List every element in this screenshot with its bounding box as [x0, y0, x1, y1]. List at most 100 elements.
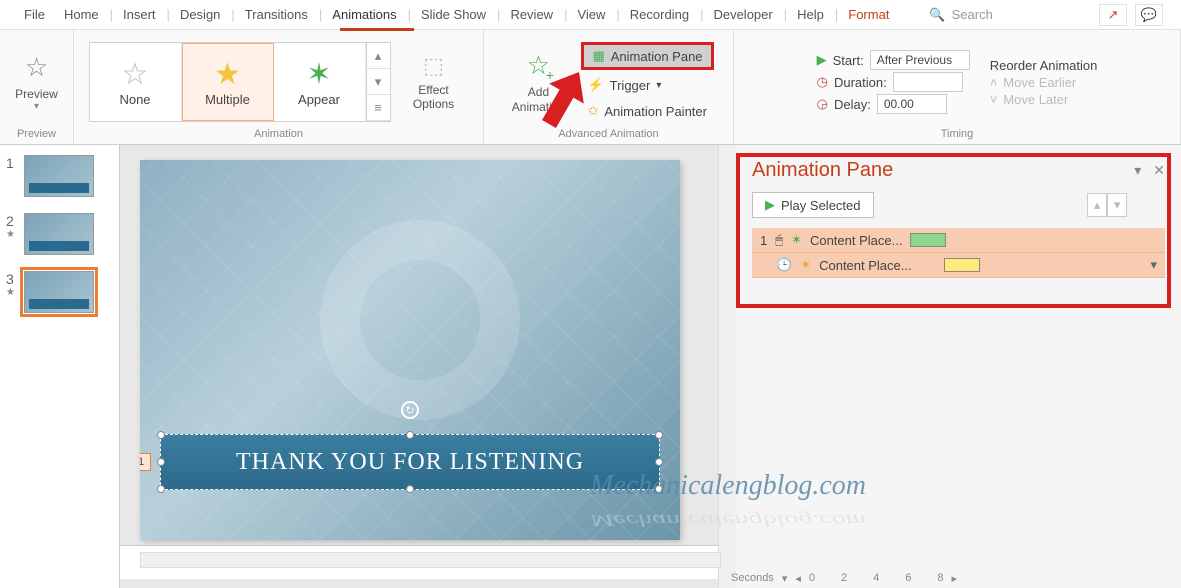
- thumb-1[interactable]: [24, 155, 94, 197]
- menu-view[interactable]: View: [568, 2, 615, 27]
- horizontal-scrollbar[interactable]: [140, 552, 721, 568]
- share-button[interactable]: ↗: [1099, 4, 1127, 26]
- menu-developer[interactable]: Developer: [704, 2, 782, 27]
- group-animation: ☆ None ★ Multiple ✶ Appear ▴ ▾ ≡ ⬚: [74, 30, 484, 144]
- resize-handle[interactable]: [655, 458, 663, 466]
- animation-group-label: Animation: [254, 128, 303, 142]
- rotate-handle[interactable]: ↻: [401, 401, 419, 419]
- gallery-scroll: ▴ ▾ ≡: [366, 43, 390, 121]
- resize-handle[interactable]: [157, 431, 165, 439]
- menu-review[interactable]: Review: [501, 2, 563, 27]
- chevron-down-icon[interactable]: ▾: [782, 572, 788, 585]
- preview-label: Preview: [15, 87, 58, 101]
- watermark-reflection: Mechanicalengblog.com: [590, 510, 866, 529]
- preview-button[interactable]: ☆ Preview ▾: [2, 47, 72, 117]
- resize-handle[interactable]: [157, 485, 165, 493]
- start-value: After Previous: [877, 53, 952, 67]
- anim-appear[interactable]: ✶ Appear: [274, 43, 366, 121]
- menu-slideshow[interactable]: Slide Show: [412, 2, 496, 27]
- trigger-label: Trigger: [610, 78, 651, 93]
- trigger-button[interactable]: ⚡ Trigger ▾: [581, 74, 713, 96]
- thumb-3[interactable]: [24, 271, 94, 313]
- star-outline-icon: ☆: [122, 57, 149, 92]
- tick: 6: [905, 572, 911, 584]
- resize-handle[interactable]: [406, 431, 414, 439]
- menu-animations[interactable]: Animations: [323, 2, 406, 27]
- animation-pane-button[interactable]: ▦ Animation Pane: [581, 42, 713, 70]
- menu-format[interactable]: Format: [839, 2, 899, 27]
- delay-icon: ◶: [817, 96, 828, 112]
- duration-input[interactable]: [893, 72, 963, 92]
- delay-label: Delay:: [834, 97, 871, 112]
- tick: 0: [809, 572, 815, 584]
- slide-thumbnails: 1 2★ 3★: [0, 145, 120, 588]
- preview-star-icon: ☆: [25, 52, 48, 83]
- timing-group-label: Timing: [941, 128, 974, 142]
- painter-label: Animation Painter: [604, 104, 707, 119]
- top-right-buttons: ↗ 💬: [1099, 4, 1163, 26]
- annotation-arrow: [534, 68, 594, 148]
- menu-help[interactable]: Help: [788, 2, 834, 27]
- seconds-label: Seconds: [731, 572, 774, 584]
- animation-gallery: ☆ None ★ Multiple ✶ Appear ▴ ▾ ≡: [89, 42, 391, 122]
- chevron-down-icon: ▾: [34, 101, 39, 112]
- gallery-more[interactable]: ≡: [367, 95, 390, 121]
- timeline-left[interactable]: ◂: [795, 572, 801, 585]
- gallery-down[interactable]: ▾: [367, 69, 390, 95]
- timeline-bar: Seconds ▾ ◂ 0 2 4 6 8 ▸: [731, 568, 1171, 588]
- resize-handle[interactable]: [157, 458, 165, 466]
- menu-transitions[interactable]: Transitions: [236, 2, 318, 27]
- thumb-2[interactable]: [24, 213, 94, 255]
- title-text: THANK YOU FOR LISTENING: [236, 449, 584, 476]
- move-earlier-button[interactable]: ˄ Move Earlier: [990, 75, 1098, 90]
- group-advanced: ☆+ Add Animation ▦ Animation Pane ⚡ Trig…: [484, 30, 734, 144]
- tick: 4: [873, 572, 879, 584]
- anim-indicator-icon: ★: [6, 229, 18, 240]
- star-appear-icon: ✶: [306, 57, 331, 92]
- move-later-button[interactable]: ˅ Move Later: [990, 92, 1098, 107]
- thumb-num-3: 3: [6, 271, 18, 287]
- reorder-label: Reorder Animation: [990, 58, 1098, 73]
- comment-icon: 💬: [1141, 7, 1157, 23]
- menu-insert[interactable]: Insert: [114, 2, 166, 27]
- move-earlier-label: Move Earlier: [1003, 75, 1076, 90]
- thumb-num-1: 1: [6, 155, 18, 171]
- thumb-row-2[interactable]: 2★: [6, 213, 113, 255]
- resize-handle[interactable]: [406, 485, 414, 493]
- menu-file[interactable]: File: [15, 2, 55, 27]
- down-arrow-icon: ˅: [990, 92, 998, 107]
- title-textbox[interactable]: 1 ↻ THANK YOU FOR LISTENING: [160, 434, 660, 490]
- share-icon: ↗: [1108, 7, 1119, 23]
- search-icon: 🔍: [929, 7, 945, 23]
- anim-multiple-label: Multiple: [205, 92, 250, 107]
- effect-icon: ⬚: [423, 53, 444, 79]
- menu-design[interactable]: Design: [171, 2, 230, 27]
- start-dropdown[interactable]: After Previous: [870, 50, 970, 70]
- menu-recording[interactable]: Recording: [621, 2, 699, 27]
- delay-value: 00.00: [884, 97, 914, 111]
- group-timing: ▶ Start: After Previous ◷ Duration: ◶ De…: [734, 30, 1181, 144]
- animation-painter-button[interactable]: ✩ Animation Painter: [581, 100, 713, 122]
- anim-none[interactable]: ☆ None: [90, 43, 182, 121]
- delay-input[interactable]: 00.00: [877, 94, 947, 114]
- resize-handle[interactable]: [655, 431, 663, 439]
- timeline-right[interactable]: ▸: [952, 572, 958, 585]
- animation-pane-btn-label: Animation Pane: [611, 49, 703, 64]
- menu-bar: File Home| Insert| Design| Transitions| …: [0, 0, 1181, 30]
- anim-appear-label: Appear: [298, 92, 340, 107]
- anim-multiple[interactable]: ★ Multiple: [182, 43, 274, 121]
- search-box[interactable]: 🔍 Search: [929, 7, 992, 23]
- swirl-graphic: [320, 220, 520, 420]
- comments-button[interactable]: 💬: [1135, 4, 1163, 26]
- effect-options-button[interactable]: ⬚ Effect Options: [399, 47, 469, 117]
- start-play-icon: ▶: [817, 52, 827, 68]
- gallery-up[interactable]: ▴: [367, 43, 390, 69]
- star-multiple-icon: ★: [214, 57, 241, 92]
- menu-home[interactable]: Home: [55, 2, 109, 27]
- thumb-row-3[interactable]: 3★: [6, 271, 113, 313]
- animation-tag[interactable]: 1: [140, 453, 151, 471]
- annotation-highlight: [736, 153, 1171, 308]
- anim-indicator-icon: ★: [6, 287, 18, 298]
- thumb-row-1[interactable]: 1: [6, 155, 113, 197]
- move-later-label: Move Later: [1003, 92, 1068, 107]
